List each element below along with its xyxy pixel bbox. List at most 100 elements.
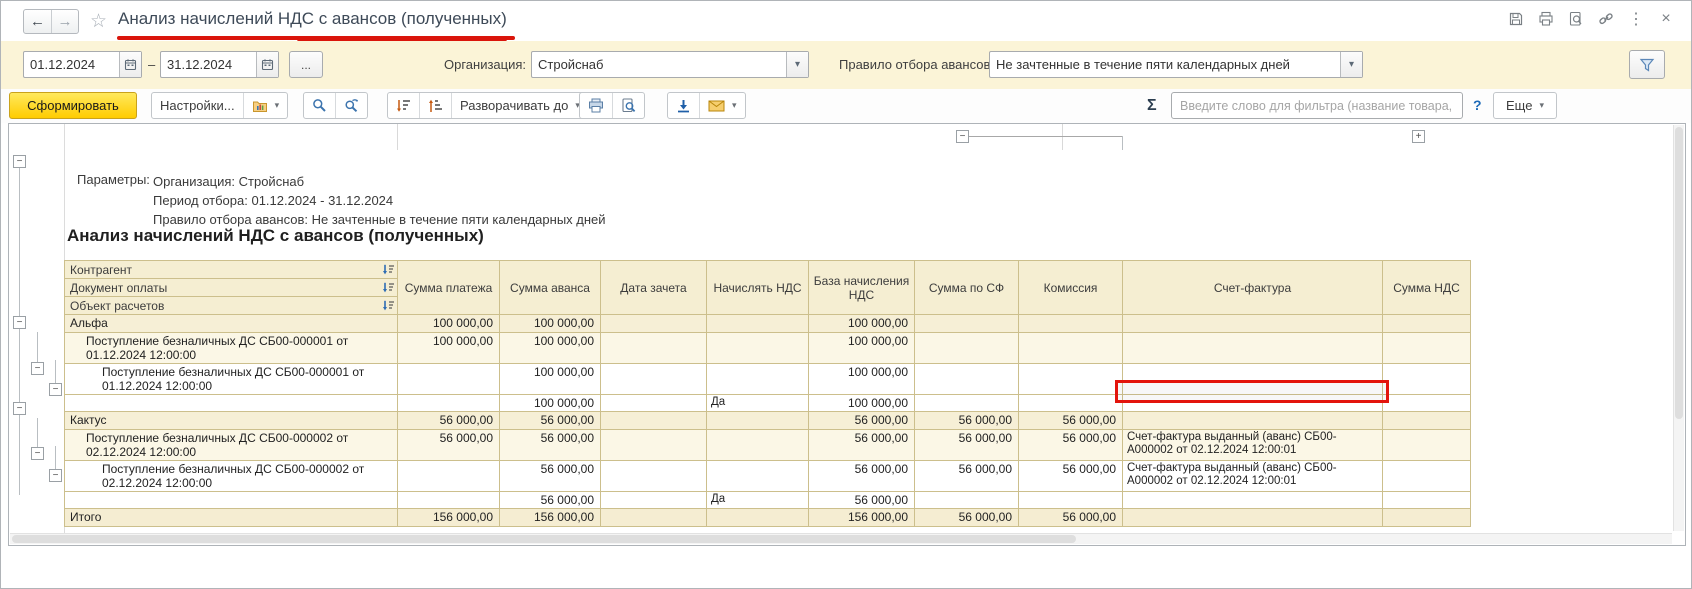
vertical-scrollbar[interactable] <box>1673 125 1684 531</box>
filter-settings-button[interactable] <box>1629 50 1665 79</box>
cell[interactable] <box>1122 491 1383 509</box>
row-label[interactable] <box>64 491 398 509</box>
cell[interactable] <box>706 363 809 395</box>
cell[interactable] <box>1018 314 1123 333</box>
cell[interactable]: 100 000,00 <box>499 314 601 333</box>
cell[interactable]: 56 000,00 <box>1018 411 1123 430</box>
cell[interactable]: 100 000,00 <box>808 314 915 333</box>
cell[interactable] <box>600 508 707 527</box>
cell[interactable]: 100 000,00 <box>808 363 915 395</box>
cell[interactable] <box>706 411 809 430</box>
cell[interactable] <box>600 460 707 492</box>
cell[interactable]: Счет-фактура выданный (аванс) СБ00-А0000… <box>1122 429 1383 461</box>
close-icon[interactable]: × <box>1657 10 1675 28</box>
cell[interactable] <box>1122 332 1383 364</box>
advance-rule-value[interactable]: Не зачтенные в течение пяти календарных … <box>990 52 1340 77</box>
group-collapse-toggle[interactable]: − <box>31 447 44 460</box>
sort-icon[interactable] <box>382 282 394 293</box>
cell[interactable]: 156 000,00 <box>499 508 601 527</box>
sort-icon[interactable] <box>382 300 394 311</box>
cell[interactable] <box>1122 411 1383 430</box>
search-reset-icon[interactable] <box>335 93 367 118</box>
cell[interactable]: Счет-фактура выданный (аванс) СБ00-А0000… <box>1122 460 1383 492</box>
cell[interactable] <box>914 314 1019 333</box>
help-button[interactable]: ? <box>1473 97 1482 113</box>
cell[interactable]: 100 000,00 <box>499 394 601 412</box>
cell[interactable] <box>1018 491 1123 509</box>
cell[interactable] <box>600 429 707 461</box>
cell[interactable] <box>1382 332 1471 364</box>
date-to-field[interactable]: 31.12.2024 <box>160 51 279 78</box>
advance-rule-combo[interactable]: Не зачтенные в течение пяти календарных … <box>989 51 1363 78</box>
cell[interactable]: 56 000,00 <box>914 429 1019 461</box>
cell[interactable] <box>1018 332 1123 364</box>
group-collapse-toggle[interactable]: − <box>13 316 26 329</box>
print-icon[interactable] <box>1537 10 1555 28</box>
cell[interactable]: 56 000,00 <box>1018 429 1123 461</box>
report-collapse-toggle[interactable]: − <box>13 155 26 168</box>
cell[interactable]: 56 000,00 <box>808 411 915 430</box>
expand-groups-icon[interactable] <box>419 93 451 118</box>
print-preview-icon[interactable] <box>612 93 644 118</box>
cell[interactable] <box>1382 508 1471 527</box>
cell[interactable] <box>1382 460 1471 492</box>
cell[interactable] <box>1382 411 1471 430</box>
cell[interactable] <box>600 332 707 364</box>
cell[interactable] <box>1382 429 1471 461</box>
group-collapse-toggle[interactable]: − <box>13 402 26 415</box>
cell[interactable]: 100 000,00 <box>499 363 601 395</box>
chevron-down-icon[interactable]: ▾ <box>786 52 808 77</box>
cell[interactable]: 56 000,00 <box>1018 460 1123 492</box>
cell[interactable] <box>600 314 707 333</box>
cell[interactable]: 56 000,00 <box>499 491 601 509</box>
cell[interactable] <box>397 491 500 509</box>
row-label[interactable]: Поступление безналичных ДС СБ00-000002 о… <box>64 460 398 492</box>
cell[interactable]: 56 000,00 <box>808 429 915 461</box>
group-collapse-toggle[interactable]: − <box>49 383 62 396</box>
cell[interactable] <box>600 394 707 412</box>
cell[interactable]: 56 000,00 <box>808 460 915 492</box>
calendar-icon[interactable] <box>256 52 278 77</box>
horizontal-scrollbar-thumb[interactable] <box>12 535 1076 543</box>
group-collapse-toggle[interactable]: − <box>49 469 62 482</box>
more-menu-icon[interactable]: ⋮ <box>1627 10 1645 28</box>
favorite-star-icon[interactable]: ☆ <box>90 10 107 33</box>
vertical-scrollbar-thumb[interactable] <box>1675 127 1683 420</box>
cell[interactable] <box>914 394 1019 412</box>
generate-button[interactable]: Сформировать <box>9 92 137 119</box>
row-label[interactable]: Поступление безналичных ДС СБ00-000001 о… <box>64 363 398 395</box>
collapse-groups-icon[interactable] <box>388 93 419 118</box>
chevron-down-icon[interactable]: ▾ <box>1340 52 1362 77</box>
cell[interactable] <box>706 332 809 364</box>
row-label[interactable]: Альфа <box>64 314 398 333</box>
more-button[interactable]: Еще ▾ <box>1494 93 1556 118</box>
cell[interactable] <box>914 332 1019 364</box>
send-email-icon[interactable]: ▾ <box>699 93 745 118</box>
sum-sigma-icon[interactable]: Σ <box>1147 97 1157 115</box>
cell[interactable]: 56 000,00 <box>914 460 1019 492</box>
cell[interactable]: 100 000,00 <box>397 332 500 364</box>
quick-filter-input[interactable] <box>1171 92 1463 119</box>
row-header-document[interactable]: Документ оплаты <box>64 278 398 297</box>
save-icon[interactable] <box>1507 10 1525 28</box>
get-link-icon[interactable] <box>1597 10 1615 28</box>
organization-value[interactable]: Стройснаб <box>532 52 786 77</box>
row-header-kontragent[interactable]: Контрагент <box>64 260 398 279</box>
cell[interactable] <box>914 363 1019 395</box>
cell[interactable]: 56 000,00 <box>499 429 601 461</box>
settings-button[interactable]: Настройки... <box>152 93 243 118</box>
report-variants-button[interactable]: ▾ <box>242 93 288 118</box>
cell[interactable] <box>706 429 809 461</box>
horizontal-scrollbar[interactable] <box>10 533 1672 544</box>
calendar-icon[interactable] <box>119 52 141 77</box>
cell[interactable]: 56 000,00 <box>1018 508 1123 527</box>
cell[interactable]: 100 000,00 <box>499 332 601 364</box>
cell[interactable] <box>397 363 500 395</box>
cell[interactable] <box>600 411 707 430</box>
cell[interactable] <box>1122 314 1383 333</box>
cell[interactable] <box>397 394 500 412</box>
row-label[interactable]: Кактус <box>64 411 398 430</box>
cell[interactable] <box>706 314 809 333</box>
cell[interactable]: Да <box>706 394 809 412</box>
cell[interactable] <box>600 491 707 509</box>
